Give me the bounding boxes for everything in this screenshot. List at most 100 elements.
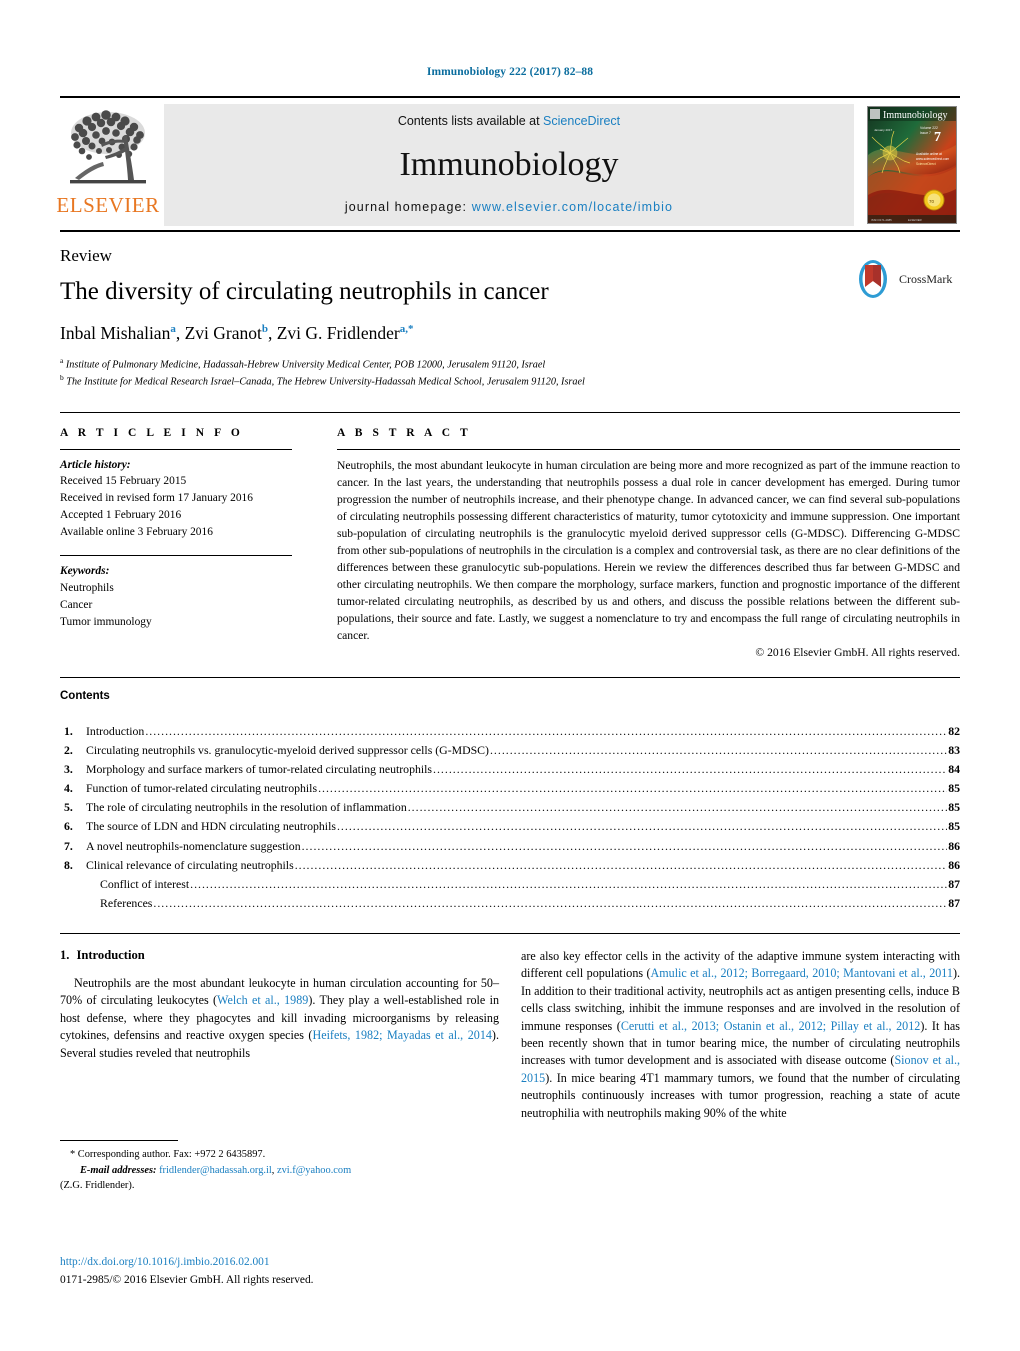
body-column-left: 1. Introduction Neutrophils are the most … — [60, 948, 499, 1122]
section-heading-introduction: 1. Introduction — [60, 948, 499, 963]
toc-number: 7. — [64, 838, 73, 853]
journal-homepage-link[interactable]: www.elsevier.com/locate/imbio — [472, 200, 673, 214]
toc-entry[interactable]: References .............................… — [60, 894, 960, 913]
toc-page: 85 — [948, 819, 960, 834]
contents-prefix: Contents lists available at — [397, 114, 544, 128]
toc-label[interactable]: The source of LDN and HDN circulating ne… — [86, 817, 336, 836]
email-link-1[interactable]: fridlender@hadassah.org.il — [159, 1165, 272, 1176]
toc-page: 85 — [948, 781, 960, 796]
toc-number: 5. — [64, 800, 73, 815]
body-column-right: are also key effector cells in the activ… — [521, 948, 960, 1122]
svg-text:ISSN 0171-2985: ISSN 0171-2985 — [871, 218, 892, 222]
journal-cover-image: Immunobiology 7 Volume 222 Issue 7 Janua… — [867, 106, 957, 224]
toc-dot-leader: ........................................… — [433, 762, 947, 777]
toc-number: 6. — [64, 819, 73, 834]
toc-entry[interactable]: 5. The role of circulating neutrophils i… — [60, 798, 960, 817]
toc-dot-leader: ........................................… — [294, 857, 948, 872]
section-title: Introduction — [76, 947, 145, 962]
keywords-group: Keywords: Neutrophils Cancer Tumor immun… — [60, 563, 317, 631]
author-1-affil-mark: a — [170, 322, 176, 335]
author-1[interactable]: Inbal Mishaliana — [60, 323, 176, 343]
affiliation-1-text: Institute of Pulmonary Medicine, Hadassa… — [65, 359, 546, 371]
svg-text:Available online at: Available online at — [916, 152, 942, 156]
contents-heading: Contents — [60, 689, 110, 702]
toc-page: 83 — [948, 742, 960, 757]
sciencedirect-link[interactable]: ScienceDirect — [543, 114, 620, 128]
citation-cerutti-ostanin-pillay[interactable]: Cerutti et al., 2013; Ostanin et al., 20… — [621, 1019, 920, 1033]
paragraph-intro-left: Neutrophils are the most abundant leukoc… — [60, 975, 499, 1062]
corresponding-author-note: * Corresponding author. Fax: +972 2 6435… — [70, 1149, 266, 1160]
article-body: 1. Introduction Neutrophils are the most … — [60, 932, 960, 1122]
toc-entry[interactable]: 2. Circulating neutrophils vs. granulocy… — [60, 741, 960, 760]
toc-dot-leader: ........................................… — [318, 781, 947, 796]
toc-label[interactable]: References — [86, 894, 152, 913]
toc-entry[interactable]: 6. The source of LDN and HDN circulating… — [60, 817, 960, 836]
affiliation-2: b The Institute for Medical Research Isr… — [60, 373, 960, 390]
author-2[interactable]: Zvi Granotb — [185, 323, 268, 343]
doi-block: http://dx.doi.org/10.1016/j.imbio.2016.0… — [60, 1256, 490, 1288]
keyword-1: Cancer — [60, 598, 93, 611]
citation-amulic-borregaard-mantovani[interactable]: Amulic et al., 2012; Borregaard, 2010; M… — [651, 966, 953, 980]
running-head: Immunobiology 222 (2017) 82–88 — [426, 66, 594, 78]
author-3-name: Zvi G. Fridlender — [276, 322, 400, 343]
doi-link[interactable]: http://dx.doi.org/10.1016/j.imbio.2016.0… — [60, 1256, 490, 1268]
crossmark-badge[interactable]: CrossMark — [852, 256, 960, 302]
toc-number: 3. — [64, 762, 73, 777]
toc-label[interactable]: Clinical relevance of circulating neutro… — [86, 856, 294, 875]
email-note: E-mail addresses: fridlender@hadassah.or… — [80, 1164, 352, 1176]
toc-label[interactable]: A novel neutrophils-nomenclature suggest… — [86, 837, 301, 856]
toc-label[interactable]: Function of tumor-related circulating ne… — [86, 779, 317, 798]
crossmark-label: CrossMark — [899, 271, 953, 286]
toc-entry[interactable]: 7. A novel neutrophils-nomenclature sugg… — [60, 837, 960, 856]
toc-label[interactable]: Circulating neutrophils vs. granulocytic… — [86, 741, 489, 760]
email-label: E-mail addresses: — [80, 1164, 157, 1176]
toc-label[interactable]: Conflict of interest — [86, 875, 189, 894]
article-info-rule — [60, 448, 292, 450]
article-info-heading: A R T I C L E I N F O — [60, 426, 244, 439]
keyword-2: Tumor immunology — [60, 615, 152, 628]
elsevier-wordmark: ELSEVIER — [56, 193, 160, 217]
toc-entry[interactable]: Conflict of interest ...................… — [60, 875, 960, 894]
toc-entry[interactable]: 4. Function of tumor-related circulating… — [60, 779, 960, 798]
toc-dot-leader: ........................................… — [489, 742, 947, 757]
toc-label[interactable]: Introduction — [86, 722, 144, 741]
email-attribution: (Z.G. Fridlender). — [60, 1180, 135, 1192]
toc-entry[interactable]: 1. Introduction ........................… — [60, 722, 960, 741]
toc-number: 4. — [64, 781, 73, 796]
citation-welch-1989[interactable]: Welch et al., 1989 — [217, 993, 308, 1007]
crossmark-icon — [859, 260, 887, 298]
author-3[interactable]: Zvi G. Fridlendera,* — [277, 323, 414, 343]
affiliation-2-text: The Institute for Medical Research Israe… — [66, 376, 585, 388]
journal-homepage-line: journal homepage: www.elsevier.com/locat… — [345, 200, 673, 214]
history-item-1: Received in revised form 17 January 2016 — [60, 492, 253, 505]
section-number: 1. — [60, 947, 70, 962]
toc-entry[interactable]: 8. Clinical relevance of circulating neu… — [60, 856, 960, 875]
abstract-text: Neutrophils, the most abundant leukocyte… — [337, 458, 960, 642]
citation-heifets-mayadas[interactable]: Heifets, 1982; Mayadas et al., 2014 — [312, 1028, 491, 1042]
toc-label[interactable]: The role of circulating neutrophils in t… — [86, 798, 407, 817]
article-history-label: Article history: — [60, 458, 131, 471]
toc-dot-leader: ........................................… — [301, 838, 948, 853]
info-abstract-block: A R T I C L E I N F O Article history: R… — [60, 411, 960, 659]
toc-page: 86 — [948, 857, 960, 872]
email-link-2[interactable]: zvi.f@yahoo.com — [277, 1165, 351, 1176]
toc-entry[interactable]: 3. Morphology and surface markers of tum… — [60, 760, 960, 779]
toc-dot-leader: ........................................… — [145, 723, 948, 738]
page-title: The diversity of circulating neutrophils… — [60, 278, 549, 305]
toc-page: 85 — [948, 800, 960, 815]
author-2-affil-mark: b — [261, 322, 268, 335]
toc-label[interactable]: Morphology and surface markers of tumor-… — [86, 760, 432, 779]
journal-cover-thumbnail: Immunobiology 7 Volume 222 Issue 7 Janua… — [864, 104, 960, 226]
abstract-column: A B S T R A C T Neutrophils, the most ab… — [337, 427, 960, 659]
toc-number: 2. — [64, 742, 73, 757]
contents-available-line: Contents lists available at ScienceDirec… — [398, 114, 620, 128]
author-list: Inbal Mishaliana, Zvi Granotb, Zvi G. Fr… — [60, 322, 414, 343]
history-item-0: Received 15 February 2015 — [60, 475, 187, 488]
toc-dot-leader: ........................................… — [153, 895, 948, 910]
svg-text:ScienceDirect: ScienceDirect — [916, 162, 936, 166]
keywords-label: Keywords: — [60, 564, 110, 577]
article-type: Review — [60, 246, 112, 265]
svg-text:Issue 7: Issue 7 — [920, 131, 931, 135]
affiliation-2-mark: b — [60, 372, 64, 382]
journal-masthead: ELSEVIER Contents lists available at Sci… — [56, 96, 960, 232]
